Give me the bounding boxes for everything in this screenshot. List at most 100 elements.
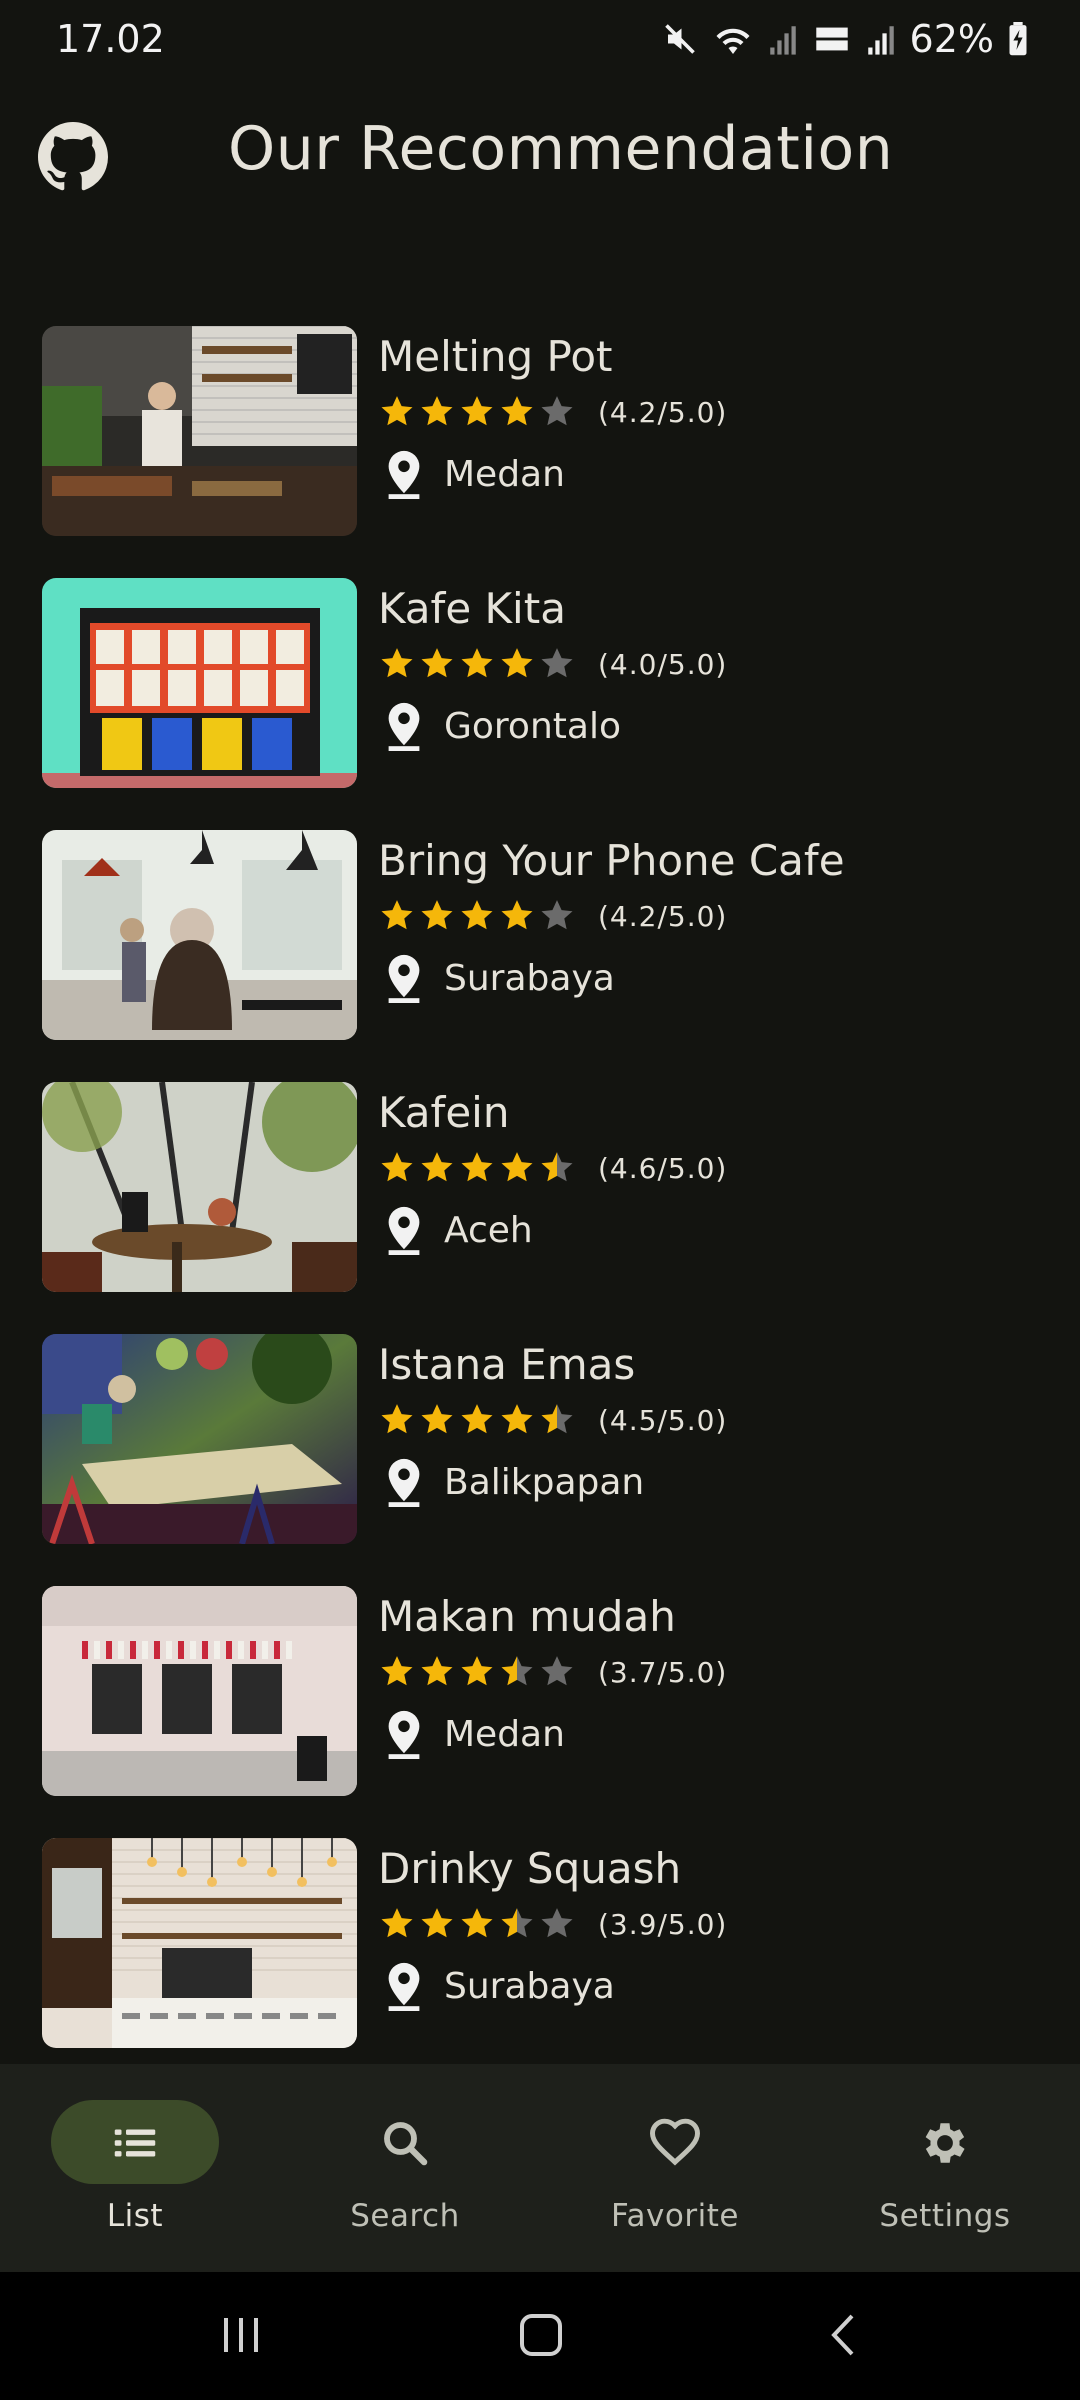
star-full-icon — [501, 648, 533, 678]
nav-item-settings[interactable]: Settings — [810, 2064, 1080, 2272]
rating-text: (4.2/5.0) — [598, 395, 728, 429]
star-half-icon — [541, 1152, 573, 1182]
rating-row: (4.2/5.0) — [378, 392, 727, 432]
cafe-thumbnail — [42, 578, 357, 788]
cafe-list-item[interactable]: Istana Emas (4.5/5.0) Balikpapan — [0, 1334, 1080, 1586]
heart-icon — [650, 2118, 700, 2166]
cafe-name: Kafe Kita — [378, 584, 566, 633]
nav-item-search[interactable]: Search — [270, 2064, 540, 2272]
app-header: Our Recommendation — [0, 100, 1080, 210]
location-pin-icon — [388, 1458, 420, 1507]
cafe-list-item[interactable]: Melting Pot (4.2/5.0) Medan — [0, 326, 1080, 578]
star-full-icon — [421, 1404, 453, 1434]
signal-icon — [769, 26, 796, 55]
star-rating — [378, 393, 576, 431]
cafe-list-item[interactable]: Makan mudah (3.7/5.0) Medan — [0, 1586, 1080, 1838]
star-full-icon — [461, 1404, 493, 1434]
star-full-icon — [381, 900, 413, 930]
nav-label-settings: Settings — [879, 2198, 1011, 2234]
status-bar: 17.02 62% — [0, 0, 1080, 78]
star-empty-icon — [541, 900, 573, 930]
signal-icon-2 — [867, 26, 894, 55]
star-full-icon — [421, 1152, 453, 1182]
cafe-city: Surabaya — [444, 957, 615, 999]
cafe-city: Medan — [444, 453, 565, 495]
nav-item-favorite[interactable]: Favorite — [540, 2064, 810, 2272]
location-pin-icon — [388, 954, 420, 1003]
cafe-list[interactable]: Melting Pot (4.2/5.0) Medan Kafe Kita (4.0/5… — [0, 326, 1080, 2090]
cafe-list-item[interactable]: Kafe Kita (4.0/5.0) Gorontalo — [0, 578, 1080, 830]
cafe-city: Surabaya — [444, 1965, 615, 2007]
star-full-icon — [381, 1908, 413, 1938]
volte-icon — [815, 27, 848, 51]
page-title: Our Recommendation — [228, 114, 894, 184]
search-icon — [384, 2122, 428, 2166]
star-full-icon — [421, 396, 453, 426]
star-full-icon — [461, 1152, 493, 1182]
rating-text: (4.0/5.0) — [598, 647, 728, 681]
cafe-list-item[interactable]: Bring Your Phone Cafe (4.2/5.0) Surabaya — [0, 830, 1080, 1082]
star-full-icon — [461, 1908, 493, 1938]
star-rating — [378, 1401, 576, 1439]
recent-apps-icon[interactable] — [218, 2312, 264, 2358]
star-rating — [378, 897, 576, 935]
star-full-icon — [461, 648, 493, 678]
star-empty-icon — [541, 1656, 573, 1686]
star-rating — [378, 1653, 576, 1691]
back-icon[interactable] — [822, 2312, 868, 2358]
bottom-navigation: List Search Favorite Settings — [0, 2064, 1080, 2272]
location-pin-icon — [388, 702, 420, 751]
cafe-list-item[interactable]: Kafein (4.6/5.0) Aceh — [0, 1082, 1080, 1334]
cafe-name: Drinky Squash — [378, 1844, 682, 1893]
star-half-icon — [501, 1908, 533, 1938]
wifi-icon — [716, 28, 750, 54]
cafe-city: Gorontalo — [444, 705, 621, 747]
star-rating — [378, 1149, 576, 1187]
location-pin-icon — [388, 1710, 420, 1759]
mute-icon — [664, 24, 695, 54]
cafe-thumbnail — [42, 1334, 357, 1544]
cafe-name: Melting Pot — [378, 332, 613, 381]
location-pin-icon — [388, 450, 420, 499]
cafe-thumbnail — [42, 1082, 357, 1292]
cafe-name: Kafein — [378, 1088, 510, 1137]
star-full-icon — [501, 1152, 533, 1182]
github-icon[interactable] — [38, 122, 108, 192]
star-full-icon — [501, 900, 533, 930]
location-row: Gorontalo — [384, 698, 621, 754]
location-row: Aceh — [384, 1202, 533, 1258]
battery-icon — [1009, 22, 1027, 56]
cafe-thumbnail — [42, 1838, 357, 2048]
star-full-icon — [501, 1404, 533, 1434]
status-icons: 62% — [662, 17, 1028, 61]
cafe-list-item[interactable]: Drinky Squash (3.9/5.0) Surabaya — [0, 1838, 1080, 2090]
system-navigation-bar — [0, 2272, 1080, 2400]
location-row: Surabaya — [384, 950, 615, 1006]
nav-label-favorite: Favorite — [611, 2198, 739, 2234]
cafe-name: Istana Emas — [378, 1340, 636, 1389]
star-full-icon — [381, 648, 413, 678]
star-full-icon — [461, 396, 493, 426]
location-row: Surabaya — [384, 1958, 615, 2014]
gear-icon — [925, 2123, 965, 2163]
rating-row: (4.5/5.0) — [378, 1400, 727, 1440]
cafe-city: Aceh — [444, 1209, 533, 1251]
location-pin-icon — [388, 1962, 420, 2011]
rating-row: (4.0/5.0) — [378, 644, 727, 684]
rating-row: (3.9/5.0) — [378, 1904, 727, 1944]
star-empty-icon — [541, 1908, 573, 1938]
nav-item-list[interactable]: List — [0, 2064, 270, 2272]
star-empty-icon — [541, 396, 573, 426]
rating-row: (4.6/5.0) — [378, 1148, 727, 1188]
nav-label-list: List — [106, 2198, 164, 2234]
star-empty-icon — [541, 648, 573, 678]
cafe-name: Bring Your Phone Cafe — [378, 836, 845, 885]
rating-text: (4.6/5.0) — [598, 1151, 728, 1185]
status-time: 17.02 — [56, 17, 165, 61]
star-full-icon — [421, 1656, 453, 1686]
location-row: Medan — [384, 1706, 565, 1762]
star-full-icon — [461, 1656, 493, 1686]
star-full-icon — [421, 648, 453, 678]
home-icon[interactable] — [518, 2312, 564, 2358]
rating-row: (4.2/5.0) — [378, 896, 727, 936]
